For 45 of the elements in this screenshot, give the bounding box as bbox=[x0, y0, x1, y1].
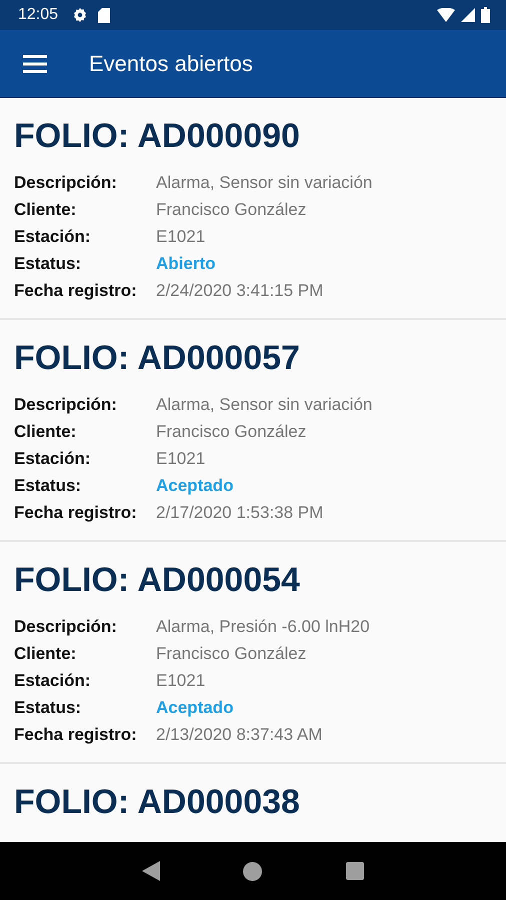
field-label: Cliente: bbox=[14, 422, 78, 442]
field-value: Francisco González bbox=[156, 200, 306, 220]
field-label: Descripción: bbox=[14, 172, 118, 192]
home-icon[interactable] bbox=[243, 862, 262, 880]
field-label: Estación: bbox=[14, 670, 92, 690]
status-value: Abierto bbox=[156, 254, 216, 274]
folio-heading: FOLIO: AD000057 bbox=[14, 338, 301, 379]
field-label: Fecha registro: bbox=[14, 280, 138, 300]
menu-icon[interactable] bbox=[23, 54, 47, 72]
folio-heading: FOLIO: AD000038 bbox=[14, 782, 301, 823]
field-value: 2/13/2020 8:37:43 AM bbox=[156, 724, 322, 744]
status-time: 12:05 bbox=[18, 6, 58, 24]
field-label: Descripción: bbox=[14, 616, 118, 636]
field-value: Francisco González bbox=[156, 644, 306, 664]
battery-icon bbox=[481, 7, 490, 23]
field-value: Francisco González bbox=[156, 422, 306, 442]
field-label: Estación: bbox=[14, 226, 92, 246]
field-label: Estatus: bbox=[14, 254, 82, 274]
field-label: Fecha registro: bbox=[14, 502, 138, 522]
field-label: Estatus: bbox=[14, 476, 82, 496]
settings-icon bbox=[72, 7, 88, 23]
folio-heading: FOLIO: AD000090 bbox=[14, 116, 301, 157]
signal-icon bbox=[461, 8, 475, 22]
field-label: Estatus: bbox=[14, 698, 82, 718]
field-value: Alarma, Sensor sin variación bbox=[156, 394, 372, 414]
screen-title: Eventos abiertos bbox=[89, 50, 253, 76]
field-label: Descripción: bbox=[14, 394, 118, 414]
field-label: Fecha registro: bbox=[14, 724, 138, 744]
field-value: 2/24/2020 3:41:15 PM bbox=[156, 280, 324, 300]
field-value: Alarma, Sensor sin variación bbox=[156, 172, 372, 192]
field-value: E1021 bbox=[156, 670, 206, 690]
sd-card-icon bbox=[98, 8, 110, 22]
folio-heading: FOLIO: AD000054 bbox=[14, 560, 301, 601]
field-value: E1021 bbox=[156, 226, 206, 246]
field-label: Cliente: bbox=[14, 644, 78, 664]
field-label: Cliente: bbox=[14, 200, 78, 220]
field-value: Alarma, Presión -6.00 lnH20 bbox=[156, 616, 370, 636]
status-value: Aceptado bbox=[156, 698, 234, 718]
status-value: Aceptado bbox=[156, 476, 234, 496]
field-label: Estación: bbox=[14, 448, 92, 468]
field-value: 2/17/2020 1:53:38 PM bbox=[156, 502, 324, 522]
recents-icon[interactable] bbox=[346, 862, 364, 880]
wifi-icon bbox=[437, 8, 455, 22]
field-value: E1021 bbox=[156, 448, 206, 468]
back-icon[interactable] bbox=[142, 861, 160, 881]
